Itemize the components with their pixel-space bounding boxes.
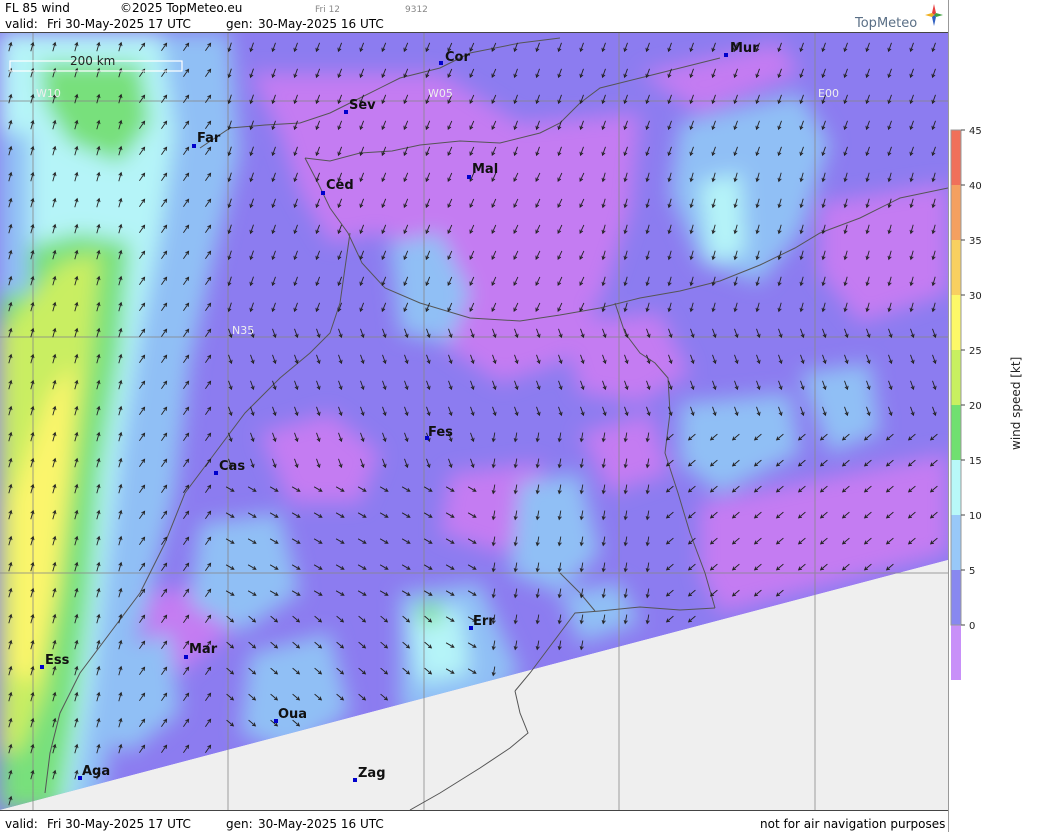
run-code: 9312 xyxy=(405,5,428,15)
topmeteo-logo[interactable]: TopMeteo xyxy=(853,4,943,32)
legend-tick-label: 0 xyxy=(969,621,975,632)
footer-gen-label: gen: xyxy=(226,817,253,831)
wind-speed-region-fresh xyxy=(410,608,470,683)
svg-text:Err: Err xyxy=(473,614,495,629)
legend-tick-label: 5 xyxy=(969,566,975,577)
legend-color-band xyxy=(951,405,961,460)
legend-tick-label: 30 xyxy=(969,291,982,302)
footer-bar: valid: Fri 30-May-2025 17 UTC gen: 30-Ma… xyxy=(0,816,948,832)
wind-map-canvas: 200 km W10 W05 E00 N35 Cor Mur Sev Far M… xyxy=(0,33,948,810)
footer-valid-time: Fri 30-May-2025 17 UTC xyxy=(47,817,191,831)
svg-text:Mur: Mur xyxy=(730,41,759,56)
legend-color-band xyxy=(951,185,961,240)
svg-text:Zag: Zag xyxy=(358,766,386,781)
svg-text:Far: Far xyxy=(197,131,221,146)
svg-text:Fes: Fes xyxy=(428,425,453,440)
legend-tick-label: 10 xyxy=(969,511,982,522)
legend-tick-label: 40 xyxy=(969,181,982,192)
city-mar[interactable]: Mar xyxy=(184,642,218,659)
city-fes[interactable]: Fes xyxy=(425,425,453,440)
legend-tick-label: 15 xyxy=(969,456,982,467)
svg-text:Ess: Ess xyxy=(45,653,70,668)
city-err[interactable]: Err xyxy=(469,614,495,630)
legend-color-band xyxy=(951,130,961,185)
svg-text:Cas: Cas xyxy=(219,459,245,474)
wind-map[interactable]: 200 km W10 W05 E00 N35 Cor Mur Sev Far M… xyxy=(0,32,948,811)
city-oua[interactable]: Oua xyxy=(274,707,307,723)
city-aga[interactable]: Aga xyxy=(78,764,110,780)
gen-time: 30-May-2025 16 UTC xyxy=(258,17,384,31)
legend-title-wrap: wind speed [kt] xyxy=(1009,357,1023,450)
svg-text:Oua: Oua xyxy=(278,707,307,722)
svg-text:Sev: Sev xyxy=(349,98,376,113)
legend-color-band xyxy=(951,570,961,625)
legend-color-band xyxy=(951,350,961,405)
city-ced[interactable]: Ced xyxy=(321,178,354,195)
city-far[interactable]: Far xyxy=(192,131,221,148)
legend-panel: 45 40 35 30 25 20 15 10 5 0 wind speed [kt] xyxy=(948,0,1039,832)
slot-label: Fri 12 xyxy=(315,5,341,15)
svg-text:Mal: Mal xyxy=(472,162,498,177)
valid-label: valid: xyxy=(5,17,38,31)
grid-label-w10: W10 xyxy=(36,87,61,100)
svg-text:Aga: Aga xyxy=(82,764,110,779)
grid-label-e00: E00 xyxy=(818,87,839,100)
legend-color-band xyxy=(951,240,961,295)
svg-text:Ced: Ced xyxy=(326,178,354,193)
footer-gen-time: 30-May-2025 16 UTC xyxy=(258,817,384,831)
legend-tick-label: 20 xyxy=(969,401,982,412)
copyright-text: ©2025 TopMeteo.eu xyxy=(120,1,243,15)
city-ess[interactable]: Ess xyxy=(40,653,70,669)
city-mur[interactable]: Mur xyxy=(724,41,759,57)
header-bar: FL 85 wind ©2025 TopMeteo.eu Fri 12 9312… xyxy=(0,0,948,32)
city-sev[interactable]: Sev xyxy=(344,98,376,114)
city-cas[interactable]: Cas xyxy=(214,459,245,475)
compass-star-icon xyxy=(925,4,943,26)
footer-valid-label: valid: xyxy=(5,817,38,831)
legend-color-band xyxy=(951,295,961,350)
disclaimer: not for air navigation purposes xyxy=(760,817,946,831)
gen-label: gen: xyxy=(226,17,253,31)
valid-time: Fri 30-May-2025 17 UTC xyxy=(47,17,191,31)
city-zag[interactable]: Zag xyxy=(353,766,386,782)
grid-label-w05: W05 xyxy=(428,87,453,100)
wind-speed-region-moderate xyxy=(0,133,30,293)
scale-bar-label: 200 km xyxy=(70,54,115,68)
legend-color-band xyxy=(951,625,961,680)
city-mal[interactable]: Mal xyxy=(467,162,498,179)
grid-label-n35: N35 xyxy=(232,324,254,337)
legend-color-band xyxy=(951,460,961,515)
color-scale: 45 40 35 30 25 20 15 10 5 0 xyxy=(950,126,982,680)
svg-text:Cor: Cor xyxy=(445,50,470,65)
legend-color-band xyxy=(951,515,961,570)
legend-tick-label: 45 xyxy=(969,126,982,137)
chart-title: FL 85 wind xyxy=(5,1,70,15)
logo-text: TopMeteo xyxy=(855,16,918,31)
svg-text:Mar: Mar xyxy=(189,642,218,657)
legend-title-text: wind speed [kt] xyxy=(1009,356,1023,450)
legend-tick-label: 25 xyxy=(969,346,982,357)
legend-tick-label: 35 xyxy=(969,236,982,247)
